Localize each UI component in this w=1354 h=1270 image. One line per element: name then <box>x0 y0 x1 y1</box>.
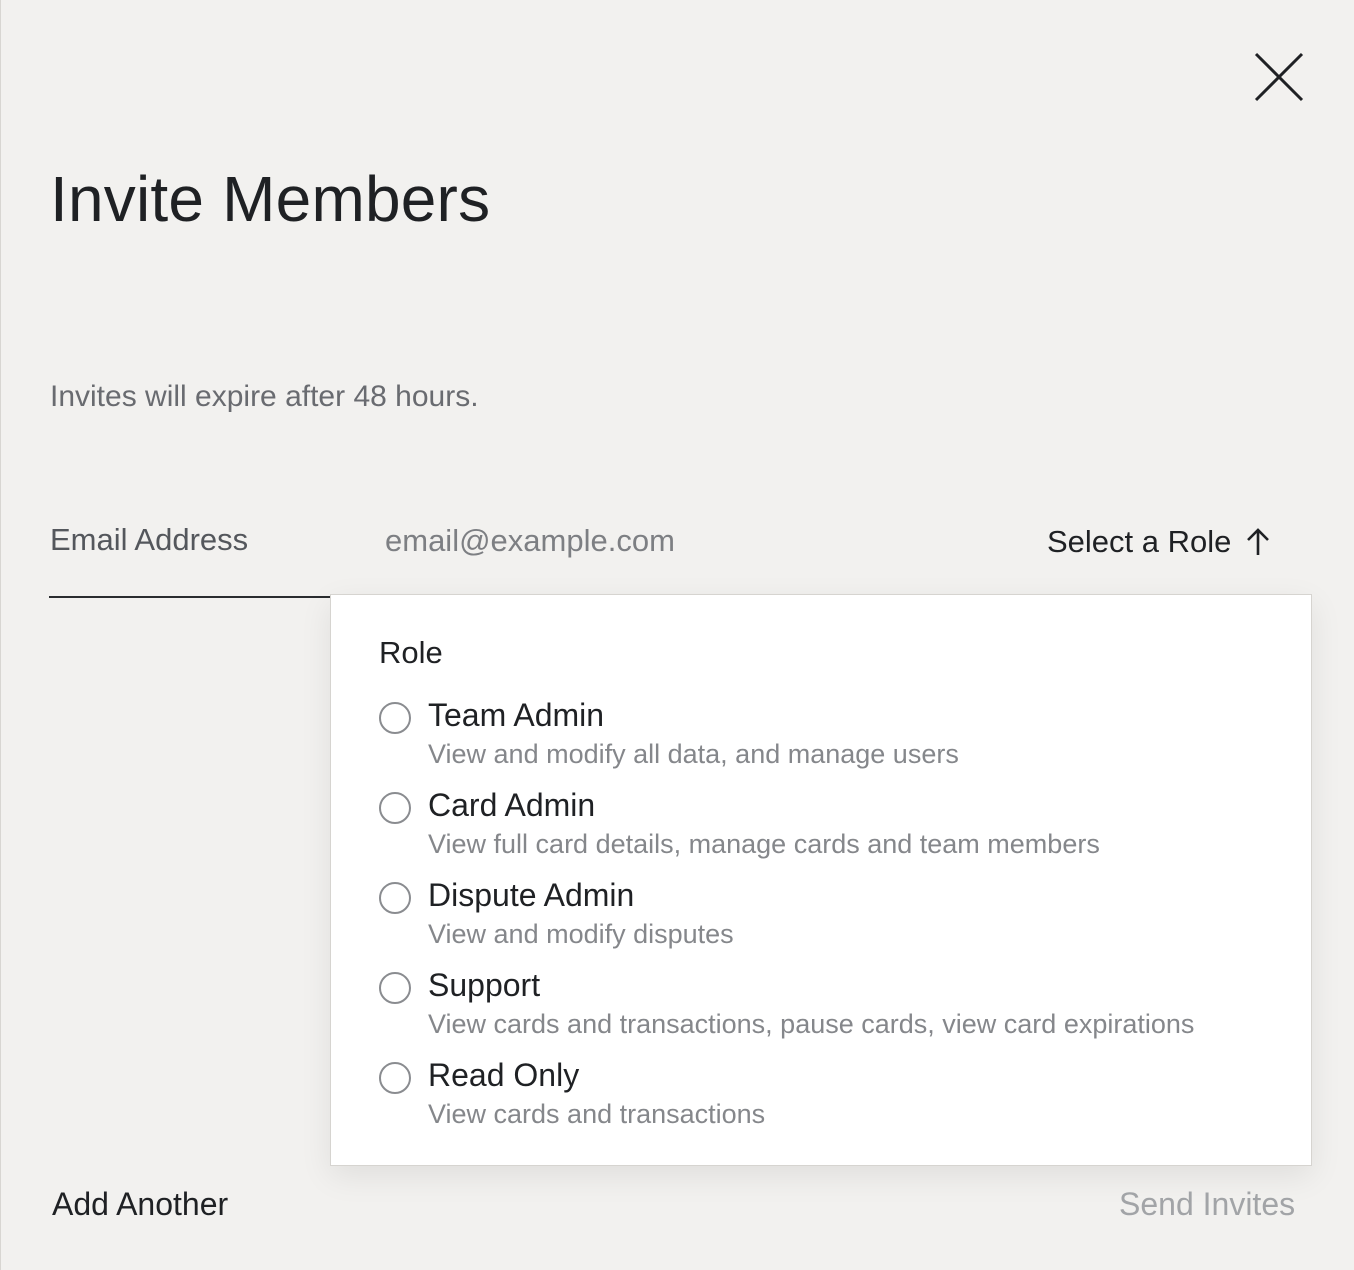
role-option-support[interactable]: Support View cards and transactions, pau… <box>379 967 1279 1049</box>
role-option-team-admin[interactable]: Team Admin View and modify all data, and… <box>379 697 1279 779</box>
role-select-button[interactable]: Select a Role <box>1047 520 1271 564</box>
radio-button[interactable] <box>379 1062 411 1094</box>
email-field-underline <box>49 596 331 598</box>
role-option-label: Dispute Admin <box>428 877 635 913</box>
close-icon <box>1254 52 1304 102</box>
email-label: Email Address <box>50 522 249 557</box>
radio-button[interactable] <box>379 702 411 734</box>
email-field[interactable] <box>385 515 945 567</box>
radio-button[interactable] <box>379 972 411 1004</box>
page-title: Invite Members <box>50 163 491 235</box>
role-option-description: View cards and transactions <box>428 1099 766 1129</box>
role-option-label: Support <box>428 967 541 1003</box>
role-option-dispute-admin[interactable]: Dispute Admin View and modify disputes <box>379 877 1279 959</box>
role-option-description: View full card details, manage cards and… <box>428 829 1100 859</box>
radio-button[interactable] <box>379 882 411 914</box>
role-option-label: Card Admin <box>428 787 596 823</box>
add-another-button[interactable]: Add Another <box>52 1186 228 1223</box>
role-option-description: View and modify disputes <box>428 919 734 949</box>
role-option-card-admin[interactable]: Card Admin View full card details, manag… <box>379 787 1279 869</box>
radio-button[interactable] <box>379 792 411 824</box>
send-invites-button[interactable]: Send Invites <box>1119 1186 1295 1223</box>
role-option-label: Read Only <box>428 1057 580 1093</box>
role-option-description: View cards and transactions, pause cards… <box>428 1009 1195 1039</box>
role-select-label: Select a Role <box>1047 524 1232 559</box>
arrow-up-icon <box>1247 528 1270 555</box>
role-option-description: View and modify all data, and manage use… <box>428 739 959 769</box>
role-option-label: Team Admin <box>428 697 605 733</box>
expiry-notice: Invites will expire after 48 hours. <box>50 380 479 413</box>
invite-members-modal: Invite Members Invites will expire after… <box>0 0 1354 1270</box>
role-dropdown: Role Team Admin View and modify all data… <box>330 594 1312 1166</box>
close-button[interactable] <box>1251 50 1307 106</box>
role-option-read-only[interactable]: Read Only View cards and transactions <box>379 1057 1279 1139</box>
role-dropdown-title: Role <box>379 635 443 670</box>
